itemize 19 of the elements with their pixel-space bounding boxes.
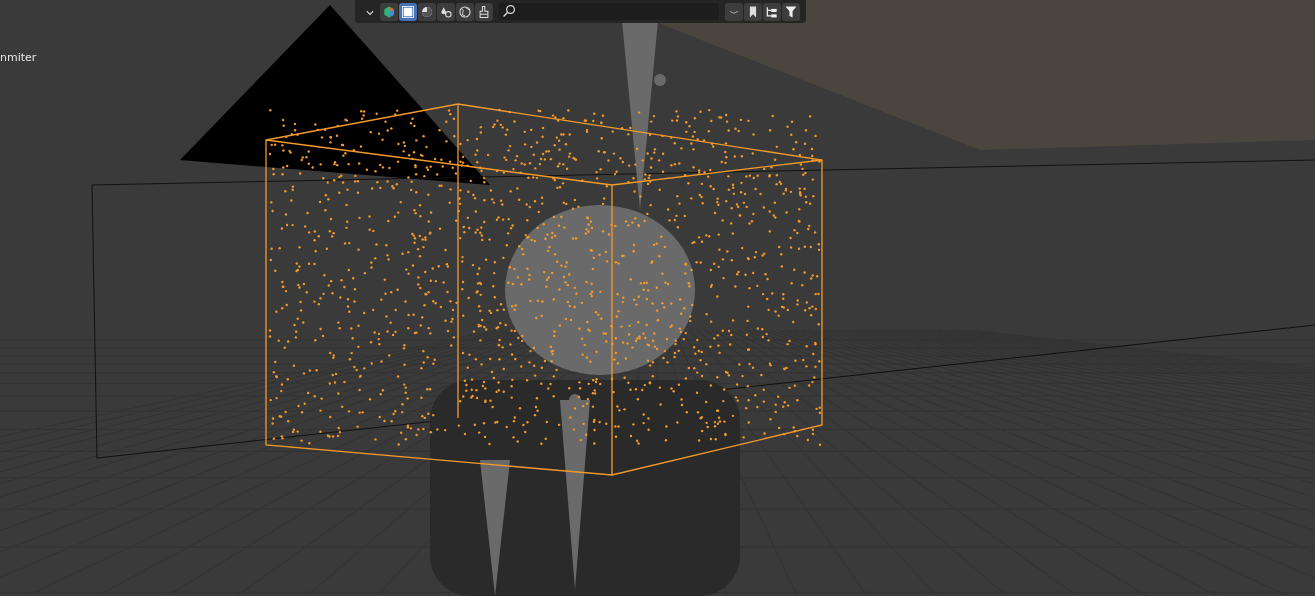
filter-toggle[interactable]	[782, 2, 800, 21]
hierarchy-icon	[765, 4, 779, 19]
filter-icon	[784, 4, 798, 19]
hexagon-toggle[interactable]	[380, 2, 398, 21]
chevron-toggle[interactable]	[725, 2, 743, 21]
brush-icon	[477, 4, 491, 19]
hexagon-icon	[382, 4, 396, 19]
search-field[interactable]	[499, 3, 719, 20]
bookmark-toggle[interactable]	[744, 2, 762, 21]
square-icon	[401, 4, 415, 19]
hierarchy-toggle[interactable]	[763, 2, 781, 21]
brush-toggle[interactable]	[475, 2, 493, 21]
globe-icon	[458, 4, 472, 19]
sphere-toggle[interactable]	[418, 2, 436, 21]
sphere-icon	[420, 4, 434, 19]
object-label: nmiter	[0, 51, 37, 64]
drops-toggle[interactable]	[437, 2, 455, 21]
globe-toggle[interactable]	[456, 2, 474, 21]
square-toggle[interactable]	[399, 2, 417, 21]
